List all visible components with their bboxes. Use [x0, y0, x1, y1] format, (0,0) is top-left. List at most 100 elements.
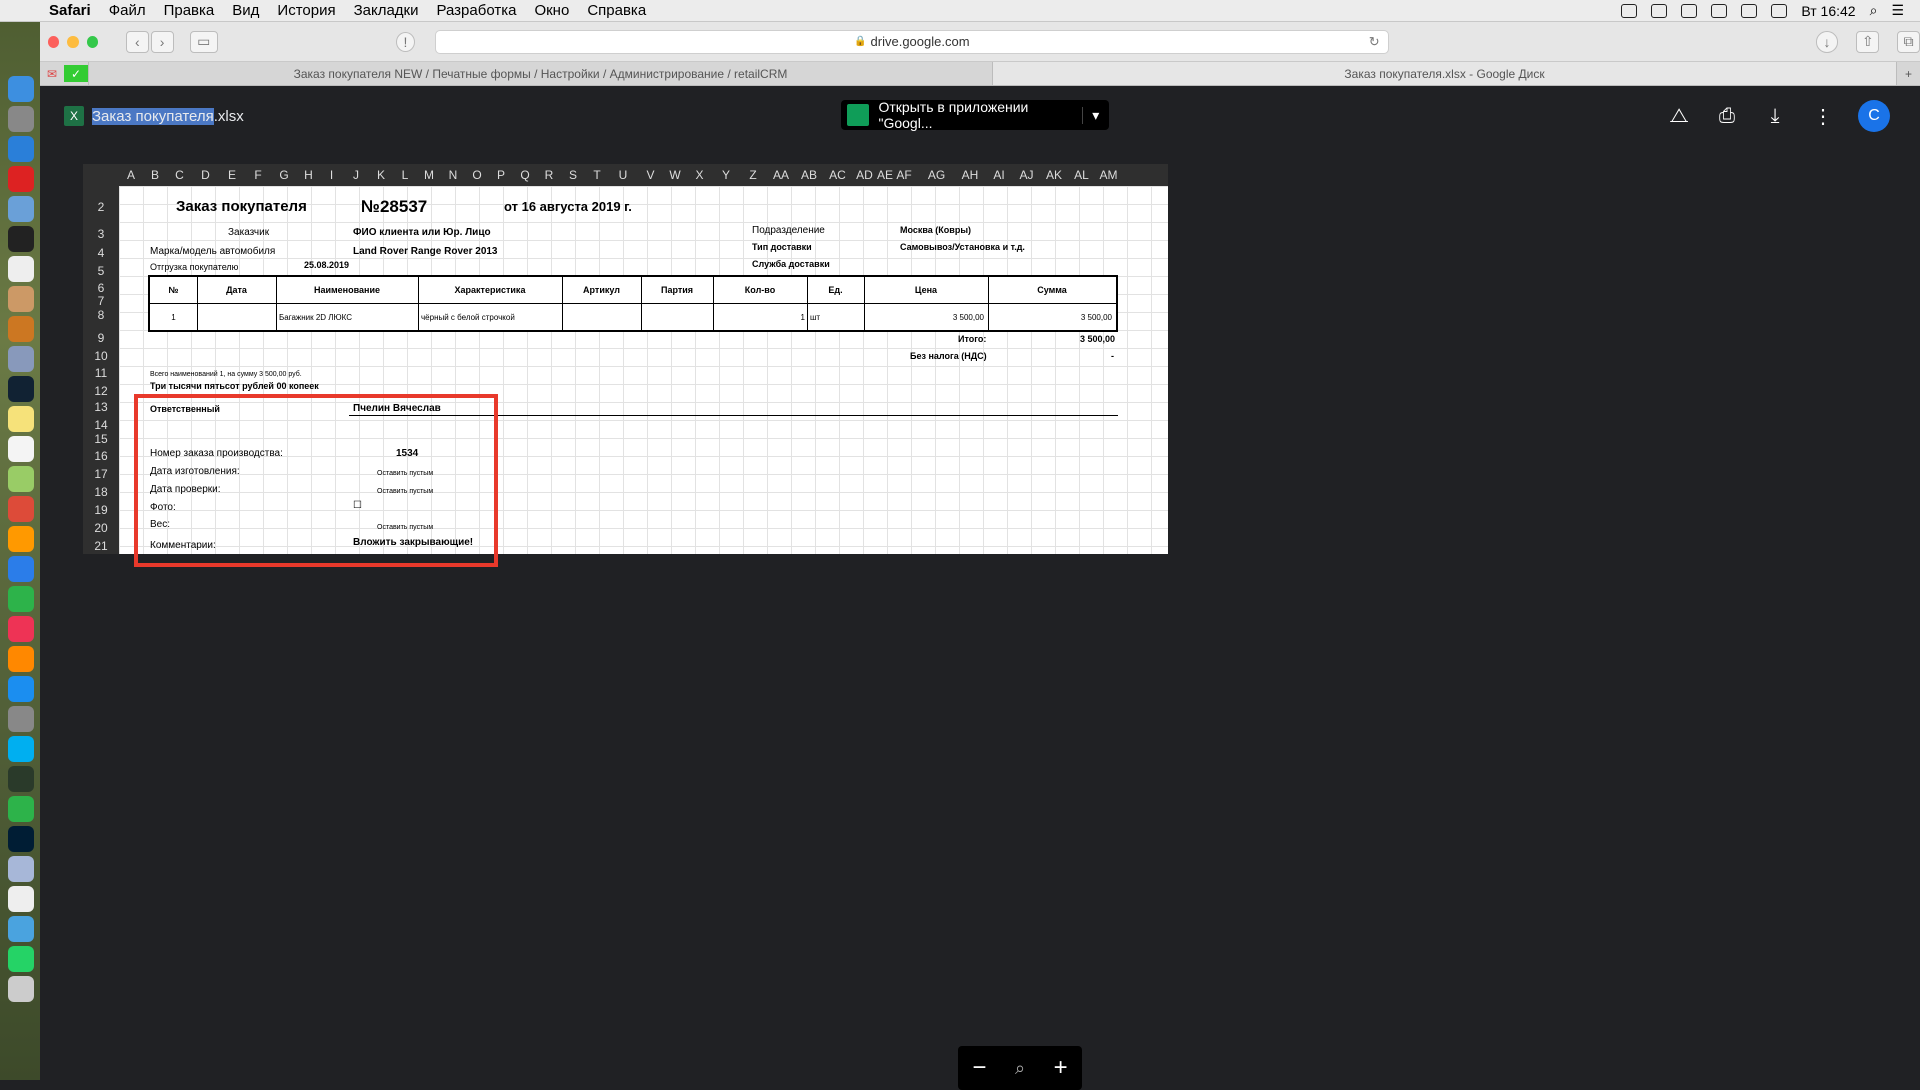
numbers-icon[interactable]: [8, 916, 34, 942]
whatsapp-icon[interactable]: [8, 946, 34, 972]
tab-retailcrm[interactable]: Заказ покупателя NEW / Печатные формы / …: [88, 62, 992, 85]
safari-icon[interactable]: [8, 136, 34, 162]
zoom-controls: − ⌕ +: [958, 1046, 1082, 1090]
skype-icon[interactable]: [8, 736, 34, 762]
preview-icon[interactable]: [8, 466, 34, 492]
notes-app-icon[interactable]: [8, 286, 34, 312]
doc-title: Заказ покупателя: [176, 198, 307, 215]
column-header: M: [424, 168, 434, 182]
chrome-icon[interactable]: [8, 496, 34, 522]
menu-edit[interactable]: Правка: [155, 2, 224, 19]
address-bar[interactable]: 🔒 drive.google.com ↻: [434, 29, 1389, 54]
photos-icon[interactable]: [8, 526, 34, 552]
column-header: A: [126, 168, 135, 182]
sidebar-toggle-icon[interactable]: ▭: [189, 30, 218, 53]
tab-google-drive[interactable]: Заказ покупателя.xlsx - Google Диск: [992, 62, 1896, 85]
zoom-in-icon[interactable]: +: [1054, 1054, 1068, 1082]
column-header: P: [496, 168, 505, 182]
gmail-pin-icon[interactable]: ✉: [40, 62, 64, 85]
notification-center-icon[interactable]: ☰: [1891, 2, 1904, 19]
th-price: Цена: [914, 285, 938, 295]
check-pin-icon[interactable]: ✓: [64, 65, 88, 82]
open-with-button[interactable]: Открыть в приложении "Googl... ▾: [841, 99, 1109, 131]
notes-icon[interactable]: [8, 406, 34, 432]
console-icon[interactable]: [8, 376, 34, 402]
sublime-icon[interactable]: [8, 316, 34, 342]
row-header: 9: [97, 331, 105, 345]
zoom-reset-icon[interactable]: ⌕: [1015, 1058, 1025, 1079]
evernote-icon[interactable]: [8, 796, 34, 822]
clock[interactable]: Вт 16:42: [1801, 3, 1855, 19]
download-icon[interactable]: ⤓: [1762, 103, 1788, 129]
opera-icon[interactable]: [8, 166, 34, 192]
column-header: U: [618, 168, 628, 182]
new-tab-icon[interactable]: +: [1896, 62, 1920, 85]
language-flag-icon[interactable]: [1771, 3, 1788, 18]
safari-window: ‹ › ▭ ! 🔒 drive.google.com ↻ ↓ ⇧ ⧉ ✉ ✓ З…: [40, 22, 1920, 1090]
th-date: Дата: [226, 285, 247, 295]
menu-file[interactable]: Файл: [100, 2, 155, 19]
th-batch: Партия: [660, 285, 694, 295]
menu-window[interactable]: Окно: [525, 2, 578, 19]
column-header: L: [401, 168, 409, 182]
app-icon[interactable]: [8, 196, 34, 222]
messages-icon[interactable]: [8, 556, 34, 582]
archive-icon[interactable]: [8, 346, 34, 372]
total-label: Итого:: [958, 334, 987, 344]
th-sum: Сумма: [1037, 285, 1067, 295]
facetime-icon[interactable]: [8, 586, 34, 612]
terminal-icon[interactable]: [8, 226, 34, 252]
appstore-icon[interactable]: [8, 676, 34, 702]
app-status-icon[interactable]: [1681, 3, 1698, 18]
menu-bookmarks[interactable]: Закладки: [345, 2, 428, 19]
forward-button[interactable]: ›: [150, 30, 174, 53]
minimize-window-button[interactable]: [67, 35, 79, 48]
pages-icon[interactable]: [8, 886, 34, 912]
ftp-icon[interactable]: [8, 856, 34, 882]
downloads-icon[interactable]: ↓: [1815, 30, 1839, 53]
calendar-icon[interactable]: [8, 256, 34, 282]
td-qty: 1: [800, 313, 805, 322]
column-header: W: [669, 168, 681, 182]
menu-history[interactable]: История: [268, 2, 344, 19]
settings-icon[interactable]: [8, 706, 34, 732]
back-button[interactable]: ‹: [125, 30, 149, 53]
avatar[interactable]: C: [1858, 100, 1890, 132]
row-header: 11: [94, 366, 108, 380]
cloud-icon[interactable]: [1621, 3, 1638, 18]
menu-view[interactable]: Вид: [223, 2, 268, 19]
add-to-drive-icon[interactable]: ⧍: [1666, 103, 1692, 129]
info-status-icon[interactable]: [1651, 3, 1668, 18]
menu-safari[interactable]: Safari: [40, 2, 100, 19]
summary-words: Три тысячи пятьсот рублей 00 копеек: [150, 381, 319, 391]
airplay-icon[interactable]: [1741, 3, 1758, 18]
column-header: B: [150, 168, 159, 182]
row-header: 5: [97, 264, 105, 278]
finder-icon[interactable]: [8, 76, 34, 102]
print-icon[interactable]: ⎙: [1714, 103, 1740, 129]
search-icon[interactable]: ⌕: [1870, 2, 1878, 19]
zoom-out-icon[interactable]: −: [972, 1054, 986, 1082]
launchpad-icon[interactable]: [8, 106, 34, 132]
photoshop-icon[interactable]: [8, 826, 34, 852]
share-icon[interactable]: ⇧: [1856, 30, 1880, 53]
row-header: 19: [94, 503, 108, 517]
privacy-report-icon[interactable]: !: [395, 31, 415, 52]
row-header: 16: [94, 449, 108, 463]
trash-icon[interactable]: [8, 976, 34, 1002]
keyboard-icon[interactable]: [1711, 3, 1728, 18]
close-window-button[interactable]: [48, 35, 60, 48]
more-options-icon[interactable]: ⋮: [1810, 103, 1836, 129]
reload-icon[interactable]: ↻: [1369, 34, 1380, 50]
menu-develop[interactable]: Разработка: [428, 2, 526, 19]
chevron-down-icon[interactable]: ▾: [1081, 106, 1109, 124]
textedit-icon[interactable]: [8, 436, 34, 462]
itunes-icon[interactable]: [8, 616, 34, 642]
url-text: drive.google.com: [870, 34, 970, 49]
books-icon[interactable]: [8, 646, 34, 672]
tabs-overview-icon[interactable]: ⧉: [1897, 30, 1920, 53]
activity-monitor-icon[interactable]: [8, 766, 34, 792]
menu-help[interactable]: Справка: [578, 2, 655, 19]
tab-bar: ✉ ✓ Заказ покупателя NEW / Печатные форм…: [40, 62, 1920, 86]
zoom-window-button[interactable]: [86, 35, 98, 48]
